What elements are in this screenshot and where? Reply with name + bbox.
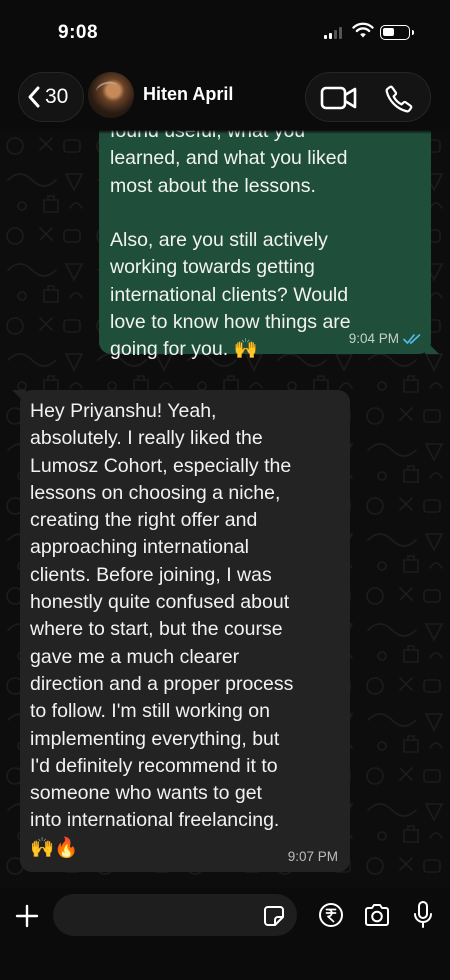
chat-area[interactable]: found useful, what you learned, and what… (0, 130, 450, 888)
message-meta: 9:07 PM (288, 849, 338, 864)
message-time: 9:04 PM (348, 331, 399, 346)
contact-name[interactable]: Hiten April (143, 84, 233, 105)
battery-icon (380, 25, 414, 40)
message-meta: 9:04 PM (349, 331, 421, 346)
chat-header: 30 Hiten April (0, 66, 450, 130)
chevron-left-icon (28, 86, 40, 108)
unread-count: 30 (45, 85, 69, 108)
call-actions (305, 72, 431, 122)
message-input[interactable] (53, 894, 297, 936)
outgoing-message-bubble[interactable]: found useful, what you learned, and what… (99, 130, 431, 360)
back-button[interactable]: 30 (18, 72, 84, 122)
phone-icon[interactable] (384, 84, 414, 114)
video-icon[interactable] (320, 85, 358, 111)
cellular-signal-icon (324, 27, 342, 39)
composer-bar (0, 888, 450, 980)
sticker-icon[interactable] (262, 904, 286, 928)
status-time: 9:08 (58, 22, 99, 43)
plus-icon[interactable] (14, 903, 40, 929)
double-check-read-icon (403, 333, 421, 344)
message-time: 9:07 PM (287, 849, 338, 864)
mic-icon[interactable] (412, 900, 434, 930)
incoming-message-bubble[interactable]: Hey Priyanshu! Yeah, absolutely. I reall… (20, 390, 350, 872)
message-text: Hey Priyanshu! Yeah, absolutely. I reall… (30, 400, 294, 859)
message-text: found useful, what you learned, and what… (110, 130, 351, 361)
rupee-icon[interactable] (318, 902, 344, 928)
camera-icon[interactable] (363, 903, 391, 927)
header-divider (0, 130, 450, 134)
status-bar: 9:08 (0, 0, 450, 66)
wifi-icon (352, 22, 374, 38)
avatar[interactable] (88, 72, 134, 118)
